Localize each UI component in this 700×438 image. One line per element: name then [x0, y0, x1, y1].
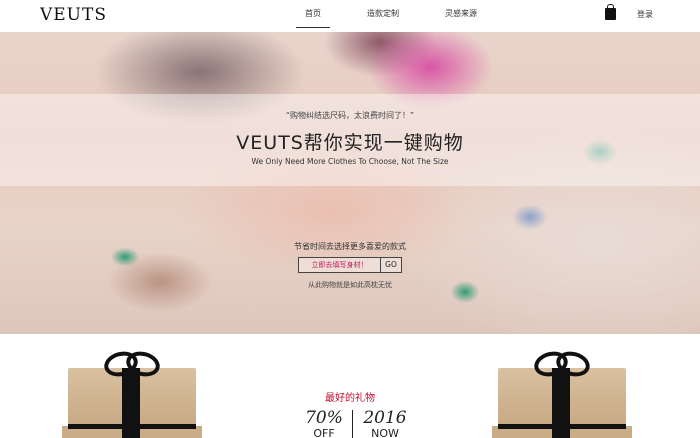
promo-divider [352, 410, 353, 438]
main-nav: 首页 造款定制 灵感来源 [296, 0, 514, 32]
hero-headline: VEUTS帮你实现一键购物 [236, 132, 464, 154]
hero-banner: “购物纠结选尺码，太浪费时间了！” VEUTS帮你实现一键购物 We Only … [0, 32, 700, 334]
promo-now: NOW [371, 427, 399, 438]
go-button[interactable]: GO [381, 258, 401, 272]
measure-input[interactable]: 立即去填写身材！ [299, 258, 381, 272]
hero-note: 从此购物就是如此高枕无忧 [308, 281, 392, 289]
gift-title: 最好的礼物 [325, 393, 375, 404]
shopping-bag-icon[interactable] [605, 4, 616, 20]
login-link[interactable]: 登录 [637, 9, 653, 20]
hero-quote: “购物纠结选尺码，太浪费时间了！” [285, 111, 415, 120]
hero-subline: We Only Need More Clothes To Choose, Not… [251, 157, 449, 166]
gift-box-image-right [492, 334, 632, 438]
gift-box-image-left [62, 334, 202, 438]
promo-block: 70% 2016 OFF NOW [300, 408, 412, 438]
site-logo[interactable]: VEUTS [40, 5, 107, 25]
measure-form: 立即去填写身材！ GO [298, 257, 402, 273]
promo-off: OFF [313, 427, 335, 438]
gift-section: 最好的礼物 70% 2016 OFF NOW [0, 334, 700, 438]
cta-text: 节省时间去选择更多喜爱的款式 [294, 242, 406, 251]
promo-year: 2016 [363, 408, 407, 428]
nav-item-inspiration[interactable]: 灵感来源 [436, 0, 486, 28]
promo-percent: 70% [305, 408, 343, 428]
nav-item-home[interactable]: 首页 [296, 0, 330, 28]
nav-item-custom[interactable]: 造款定制 [358, 0, 408, 28]
top-header: VEUTS 首页 造款定制 灵感来源 登录 [0, 0, 700, 32]
